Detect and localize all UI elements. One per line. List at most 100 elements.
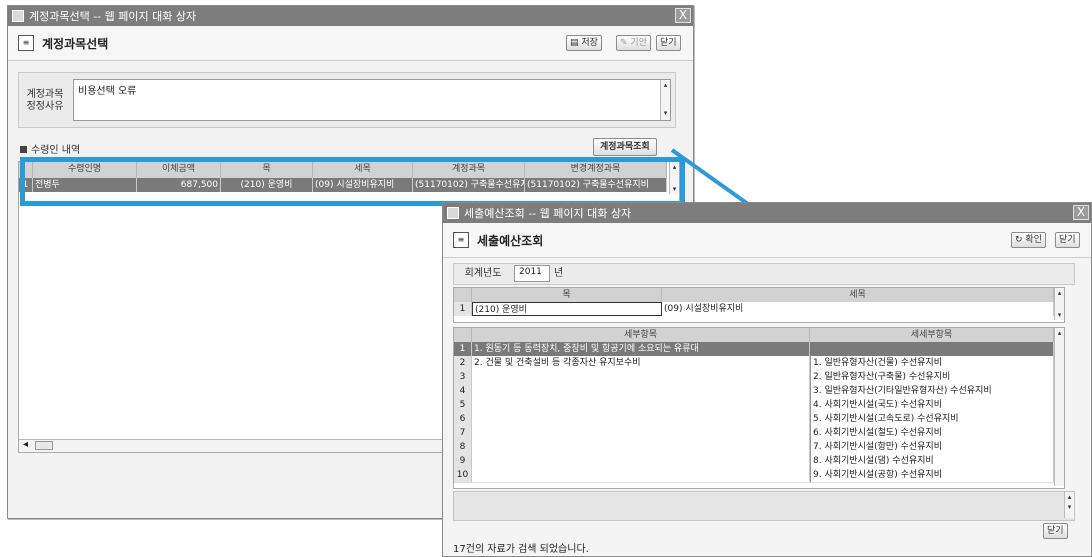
scroll-left-icon[interactable]: ◂ [23, 439, 28, 450]
table-row[interactable]: 1 (210) 운영비 (09) 시설장비유지비 [454, 302, 1054, 316]
scroll-down-icon[interactable]: ▾ [661, 108, 670, 118]
row-number: 8 [454, 440, 472, 454]
year-input[interactable]: 2011 [514, 265, 550, 282]
bullet-icon [20, 146, 27, 153]
scroll-up-icon[interactable]: ▴ [661, 80, 670, 90]
reason-textarea[interactable]: 비용선택 오류 ▴ ▾ [73, 79, 671, 121]
reason-value: 비용선택 오류 [78, 86, 137, 97]
cell-subdetail-item[interactable]: 9. 사회기반시설(공항) 수선유지비 [810, 468, 1054, 482]
dialog-header: ≡ 세출예산조회 ↻ 확인 닫기 [443, 223, 1091, 258]
cell-subdetail-item[interactable]: 1. 일반유형자산(건물) 수선유지비 [810, 356, 1054, 370]
cell-subdetail-item[interactable]: 2. 일반유형자산(구축물) 수선유지비 [810, 370, 1054, 384]
bottom-close-button[interactable]: 닫기 [1043, 523, 1068, 539]
year-panel: 회계년도 2011 년 [453, 263, 1075, 285]
page-title: 계정과목선택 [42, 37, 109, 51]
lower-scrollbar[interactable]: ▴ ▾ [1064, 492, 1074, 518]
scroll-up-icon[interactable]: ▴ [1065, 492, 1074, 502]
page-title: 세출예산조회 [477, 234, 544, 248]
reason-scrollbar[interactable]: ▴ ▾ [660, 80, 670, 120]
status-text: 17건의 자료가 검색 되었습니다. [453, 544, 589, 555]
lower-panel: ▴ ▾ [453, 491, 1075, 521]
hscroll-thumb[interactable] [35, 441, 53, 450]
cell-detail-item[interactable] [472, 398, 810, 412]
header-col[interactable]: 세세부항목 [810, 328, 1054, 342]
cell-detail-item[interactable] [472, 412, 810, 426]
draft-icon: ✎ [620, 38, 628, 48]
dialog-title: 계정과목선택 -- 웹 페이지 대화 상자 [29, 10, 197, 23]
confirm-button[interactable]: ↻ 확인 [1011, 232, 1046, 248]
reason-label: 계정과목 정정사유 [26, 89, 64, 112]
cell-detail-item[interactable] [472, 426, 810, 440]
grid-scrollbar[interactable]: ▴ [1054, 328, 1064, 486]
row-number: 2 [454, 356, 472, 370]
window-icon [447, 207, 459, 219]
scroll-up-icon[interactable]: ▴ [1055, 328, 1064, 338]
table-row[interactable]: 3 2. 일반유형자산(구축물) 수선유지비 [454, 370, 1054, 385]
save-icon: ▤ [570, 38, 579, 48]
reason-panel: 계정과목 정정사유 비용선택 오류 ▴ ▾ [18, 72, 676, 128]
budget-grid: 목 세목 1 (210) 운영비 (09) 시설장비유지비 ▴ ▾ [453, 287, 1065, 323]
cell-subdetail-item[interactable] [810, 342, 1054, 356]
cell-subdetail-item[interactable]: 4. 사회기반시설(국도) 수선유지비 [810, 398, 1054, 412]
cell-detail-item[interactable]: 1. 원동기 등 동력장치, 중장비 및 항공기에 소요되는 유류대 [472, 342, 810, 356]
table-row[interactable]: 2 2. 건물 및 건축설비 등 각종자산 유지보수비 1. 일반유형자산(건물) … [454, 356, 1054, 371]
year-suffix: 년 [554, 268, 564, 279]
table-row[interactable]: 5 4. 사회기반시설(국도) 수선유지비 [454, 398, 1054, 413]
highlight-box [20, 157, 685, 206]
window-icon [12, 10, 24, 22]
close-button[interactable]: 닫기 [1055, 232, 1080, 248]
account-search-button[interactable]: 계정과목조회 [593, 138, 657, 156]
header-rownum [454, 288, 472, 302]
close-icon[interactable]: X [675, 8, 691, 23]
section-title-text: 수령인 내역 [31, 145, 81, 156]
header-rownum [454, 328, 472, 342]
dialog-header: ≡ 계정과목선택 ▤ 저장 ✎ 기안 닫기 [8, 26, 693, 61]
scroll-up-icon[interactable]: ▴ [1055, 288, 1064, 298]
header-col[interactable]: 목 [472, 288, 662, 302]
table-row[interactable]: 7 6. 사회기반시설(철도) 수선유지비 [454, 426, 1054, 441]
table-row[interactable]: 8 7. 사회기반시설(항만) 수선유지비 [454, 440, 1054, 455]
close-button[interactable]: 닫기 [656, 35, 681, 51]
table-row[interactable]: 4 3. 일반유형자산(기타일반유형자산) 수선유지비 [454, 384, 1054, 399]
cell-detail-item[interactable] [472, 468, 810, 482]
form-icon: ≡ [453, 232, 469, 248]
draft-label: 기안 [630, 38, 647, 48]
table-row[interactable]: 10 9. 사회기반시설(공항) 수선유지비 [454, 468, 1054, 483]
row-number: 4 [454, 384, 472, 398]
draft-button[interactable]: ✎ 기안 [616, 35, 651, 51]
save-button[interactable]: ▤ 저장 [566, 35, 602, 51]
grid-header: 목 세목 [454, 288, 1054, 303]
cell-semok[interactable]: (09) 시설장비유지비 [662, 302, 1054, 316]
section-title: 수령인 내역 [20, 141, 80, 156]
row-number: 1 [454, 342, 472, 356]
cell-detail-item[interactable] [472, 370, 810, 384]
dialog-titlebar[interactable]: 계정과목선택 -- 웹 페이지 대화 상자 X [8, 6, 693, 26]
cell-detail-item[interactable] [472, 454, 810, 468]
dialog-titlebar[interactable]: 세출예산조회 -- 웹 페이지 대화 상자 X [443, 203, 1091, 223]
cell-subdetail-item[interactable]: 6. 사회기반시설(철도) 수선유지비 [810, 426, 1054, 440]
form-icon: ≡ [18, 35, 34, 51]
scroll-down-icon[interactable]: ▾ [1055, 310, 1064, 320]
close-icon[interactable]: X [1073, 205, 1089, 220]
cell-mok[interactable]: (210) 운영비 [472, 302, 662, 316]
cell-subdetail-item[interactable]: 7. 사회기반시설(항만) 수선유지비 [810, 440, 1054, 454]
cell-detail-item[interactable] [472, 440, 810, 454]
scroll-down-icon[interactable]: ▾ [1065, 502, 1074, 512]
header-col[interactable]: 세부항목 [472, 328, 810, 342]
cell-detail-item[interactable] [472, 384, 810, 398]
table-row[interactable]: 9 8. 사회기반시설(댐) 수선유지비 [454, 454, 1054, 469]
cell-subdetail-item[interactable]: 8. 사회기반시설(댐) 수선유지비 [810, 454, 1054, 468]
table-row[interactable]: 6 5. 사회기반시설(고속도로) 수선유지비 [454, 412, 1054, 427]
grid-header: 세부항목 세세부항목 [454, 328, 1054, 343]
budget-query-dialog: 세출예산조회 -- 웹 페이지 대화 상자 X ≡ 세출예산조회 ↻ 확인 닫기… [442, 202, 1092, 557]
year-label: 회계년도 [464, 268, 502, 279]
confirm-icon: ↻ [1015, 235, 1023, 245]
grid-scrollbar[interactable]: ▴ ▾ [1054, 288, 1064, 320]
table-row[interactable]: 1 1. 원동기 등 동력장치, 중장비 및 항공기에 소요되는 유류대 [454, 342, 1054, 357]
cell-subdetail-item[interactable]: 3. 일반유형자산(기타일반유형자산) 수선유지비 [810, 384, 1054, 398]
row-number: 5 [454, 398, 472, 412]
cell-detail-item[interactable]: 2. 건물 및 건축설비 등 각종자산 유지보수비 [472, 356, 810, 370]
header-col[interactable]: 세목 [662, 288, 1054, 302]
row-number: 1 [454, 302, 472, 316]
cell-subdetail-item[interactable]: 5. 사회기반시설(고속도로) 수선유지비 [810, 412, 1054, 426]
